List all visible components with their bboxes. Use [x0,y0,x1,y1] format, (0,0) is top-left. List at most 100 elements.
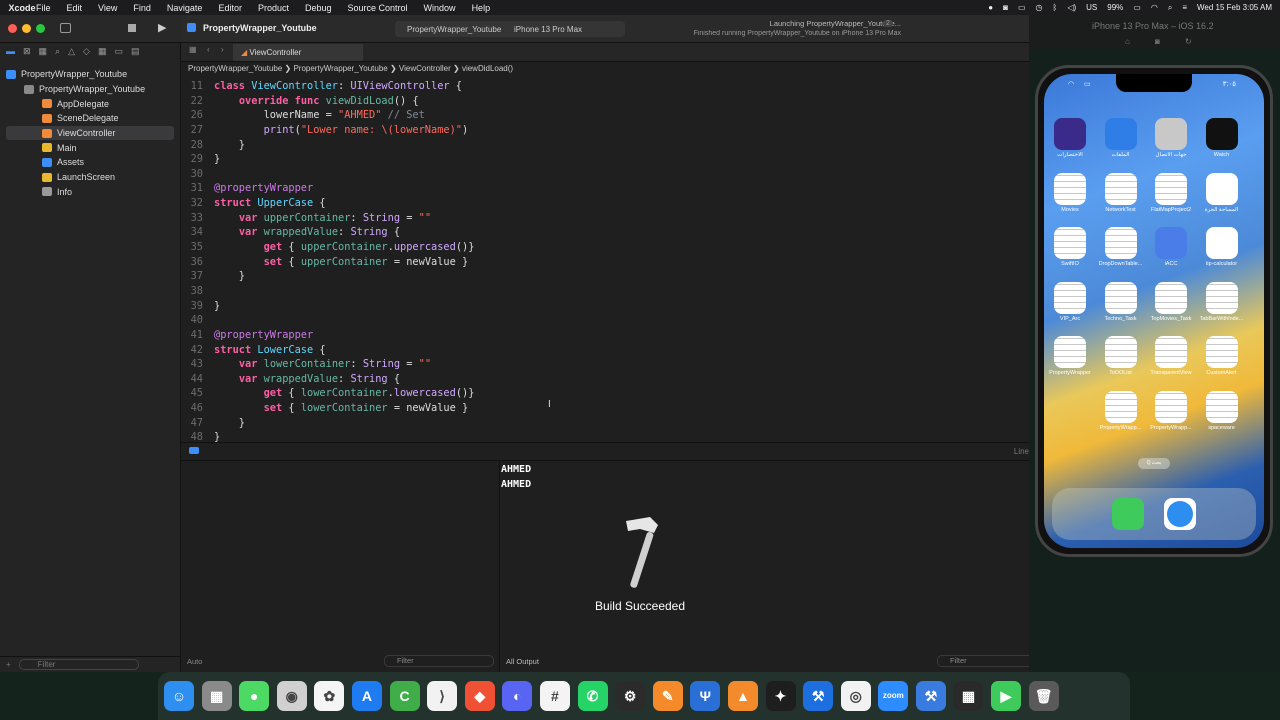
fork-icon[interactable]: Ψ [690,681,721,711]
home-app[interactable]: iACC [1149,227,1193,267]
vscode-icon[interactable]: ⟩ [427,681,458,711]
screen-mirror-icon[interactable]: ▭ [1018,3,1026,12]
minimize-window-button[interactable] [22,24,31,33]
home-app[interactable]: DropDownTable... [1099,227,1143,267]
home-icon[interactable]: ⌂ [1125,37,1130,46]
safari-icon[interactable] [1164,498,1196,530]
home-app[interactable]: المساحة الحرة [1200,172,1244,213]
menu-debug[interactable]: Debug [297,3,340,13]
menu-clock[interactable]: Wed 15 Feb 3:05 AM [1197,3,1272,12]
facetime-icon[interactable]: ▶ [991,681,1022,711]
home-app[interactable]: VIP_Arc [1048,281,1092,322]
file-tree-item[interactable]: Main [0,140,180,155]
volume-icon[interactable]: ◁) [1067,3,1076,12]
close-window-button[interactable] [8,24,17,33]
run-icon[interactable]: ▶ [158,21,166,34]
home-app[interactable]: tip-calculator [1200,227,1244,267]
menu-editor[interactable]: Editor [210,3,250,13]
home-app[interactable]: جهات الاتصال [1149,118,1193,158]
home-app[interactable]: Techno_Task [1099,281,1143,322]
record-icon[interactable]: ● [988,3,993,12]
bluetooth-icon[interactable]: ᛒ [1053,3,1058,12]
file-tree-item[interactable]: AppDelegate [0,96,180,111]
menu-source-control[interactable]: Source Control [340,3,416,13]
destination-label[interactable]: iPhone 13 Pro Max [514,25,582,34]
home-app[interactable]: PropertyWrapp... [1149,390,1193,431]
tab-viewcontroller[interactable]: ◢ ViewController [233,44,363,61]
search-pill[interactable]: Q بحث [1138,458,1170,469]
wifi-icon[interactable]: ◠ [1151,3,1158,12]
jump-bar-item[interactable]: viewDidLoad() [462,64,513,73]
simulator-icon[interactable]: ⚒ [915,681,946,711]
related-items-icon[interactable]: ▦ [189,45,197,54]
chrome-icon[interactable]: ◎ [840,681,871,711]
search-icon[interactable]: ⌕ [1168,3,1172,13]
file-tree-item[interactable]: Info [0,185,180,200]
file-tree-item[interactable]: PropertyWrapper_Youtube [0,67,180,82]
menu-edit[interactable]: Edit [59,3,91,13]
file-tree-item[interactable]: PropertyWrapper_Youtube [0,82,180,97]
home-app[interactable]: الاختصارات [1048,118,1092,158]
clock-icon[interactable]: ◷ [1036,3,1043,12]
xcode-icon[interactable]: ⚒ [803,681,834,711]
iphone-screen[interactable]: ◠ ▭ ٣:٠٥ الاختصارات الملفات جهات الاتصال Wa… [1044,74,1264,548]
network-icon[interactable]: ⚙ [615,681,646,711]
home-app[interactable]: Movies [1048,172,1092,213]
home-app[interactable]: TransparentView [1149,336,1193,376]
app-store-icon[interactable]: A [351,681,382,711]
slack-icon[interactable]: # [539,681,570,711]
finder-icon[interactable]: ☺ [164,681,194,711]
home-app[interactable]: Watch [1200,118,1244,158]
sketch-icon[interactable]: ✎ [652,681,683,711]
variables-filter-input[interactable]: Filter [384,655,494,667]
calculator-icon[interactable]: ▦ [953,681,984,711]
scheme-label[interactable]: PropertyWrapper_Youtube [407,25,501,34]
variables-scope-select[interactable]: Auto [187,657,202,666]
stop-icon[interactable] [128,24,136,32]
menu-navigate[interactable]: Navigate [159,3,211,13]
folder-icon[interactable]: ▬ [6,46,15,56]
figma-icon[interactable]: ✦ [765,681,796,711]
sourcetree-icon[interactable]: C [389,681,420,711]
activity-count-badge[interactable]: 2 [883,20,893,27]
home-app[interactable]: spaceware [1200,390,1244,431]
menu-help[interactable]: Help [464,3,499,13]
debug-icon[interactable]: ▦ [98,46,107,57]
file-tree-item[interactable]: LaunchScreen [0,170,180,185]
jump-bar-item[interactable]: PropertyWrapper_Youtube [188,64,282,73]
home-app[interactable]: ToDOList [1099,336,1143,376]
zoom-window-button[interactable] [36,24,45,33]
zoom-icon[interactable]: zoom [878,681,909,711]
messages-icon[interactable]: ● [239,681,270,711]
home-app[interactable]: CustomAlert [1200,336,1244,376]
jump-bar-item[interactable]: ViewController [399,64,451,73]
home-app[interactable]: SwiftIO [1048,227,1092,267]
file-tree-item[interactable]: SceneDelegate [0,111,180,126]
control-center-icon[interactable]: ≡ [1182,3,1187,12]
test-icon[interactable]: ◇ [83,46,90,57]
file-tree-item[interactable]: ViewController [6,125,174,141]
jump-bar-item[interactable]: PropertyWrapper_Youtube [293,64,387,73]
discord-icon[interactable]: ◐ [502,681,533,711]
screenshot-icon[interactable]: ◉ [276,681,307,711]
battery-icon[interactable]: ▭ [1133,3,1141,12]
find-icon[interactable]: ⌕ [55,46,60,57]
menu-product[interactable]: Product [250,3,297,13]
git-icon[interactable]: ◆ [464,681,495,711]
home-app[interactable]: الملفات [1099,118,1143,158]
sidebar-toggle-icon[interactable] [60,23,71,33]
trash-icon[interactable]: 🗑 [1028,681,1059,711]
screenshot-icon[interactable]: ◙ [1155,37,1160,46]
home-app[interactable]: NetworkTest [1099,172,1143,213]
navigator-filter-input[interactable]: Filter [18,659,139,670]
home-app[interactable]: PropertyWrapp... [1099,390,1143,431]
menu-find[interactable]: Find [125,3,159,13]
file-tree-item[interactable]: Assets [0,155,180,170]
menu-app-name[interactable]: Xcode [0,3,44,13]
input-source[interactable]: US [1086,3,1097,12]
report-icon[interactable]: ▤ [131,46,140,57]
home-app[interactable]: FlatMapProject2 [1149,172,1193,213]
photos-icon[interactable]: ✿ [314,681,345,711]
sourcetree-blue-icon[interactable]: ▲ [727,681,758,711]
output-scope-select[interactable]: All Output [506,657,539,666]
